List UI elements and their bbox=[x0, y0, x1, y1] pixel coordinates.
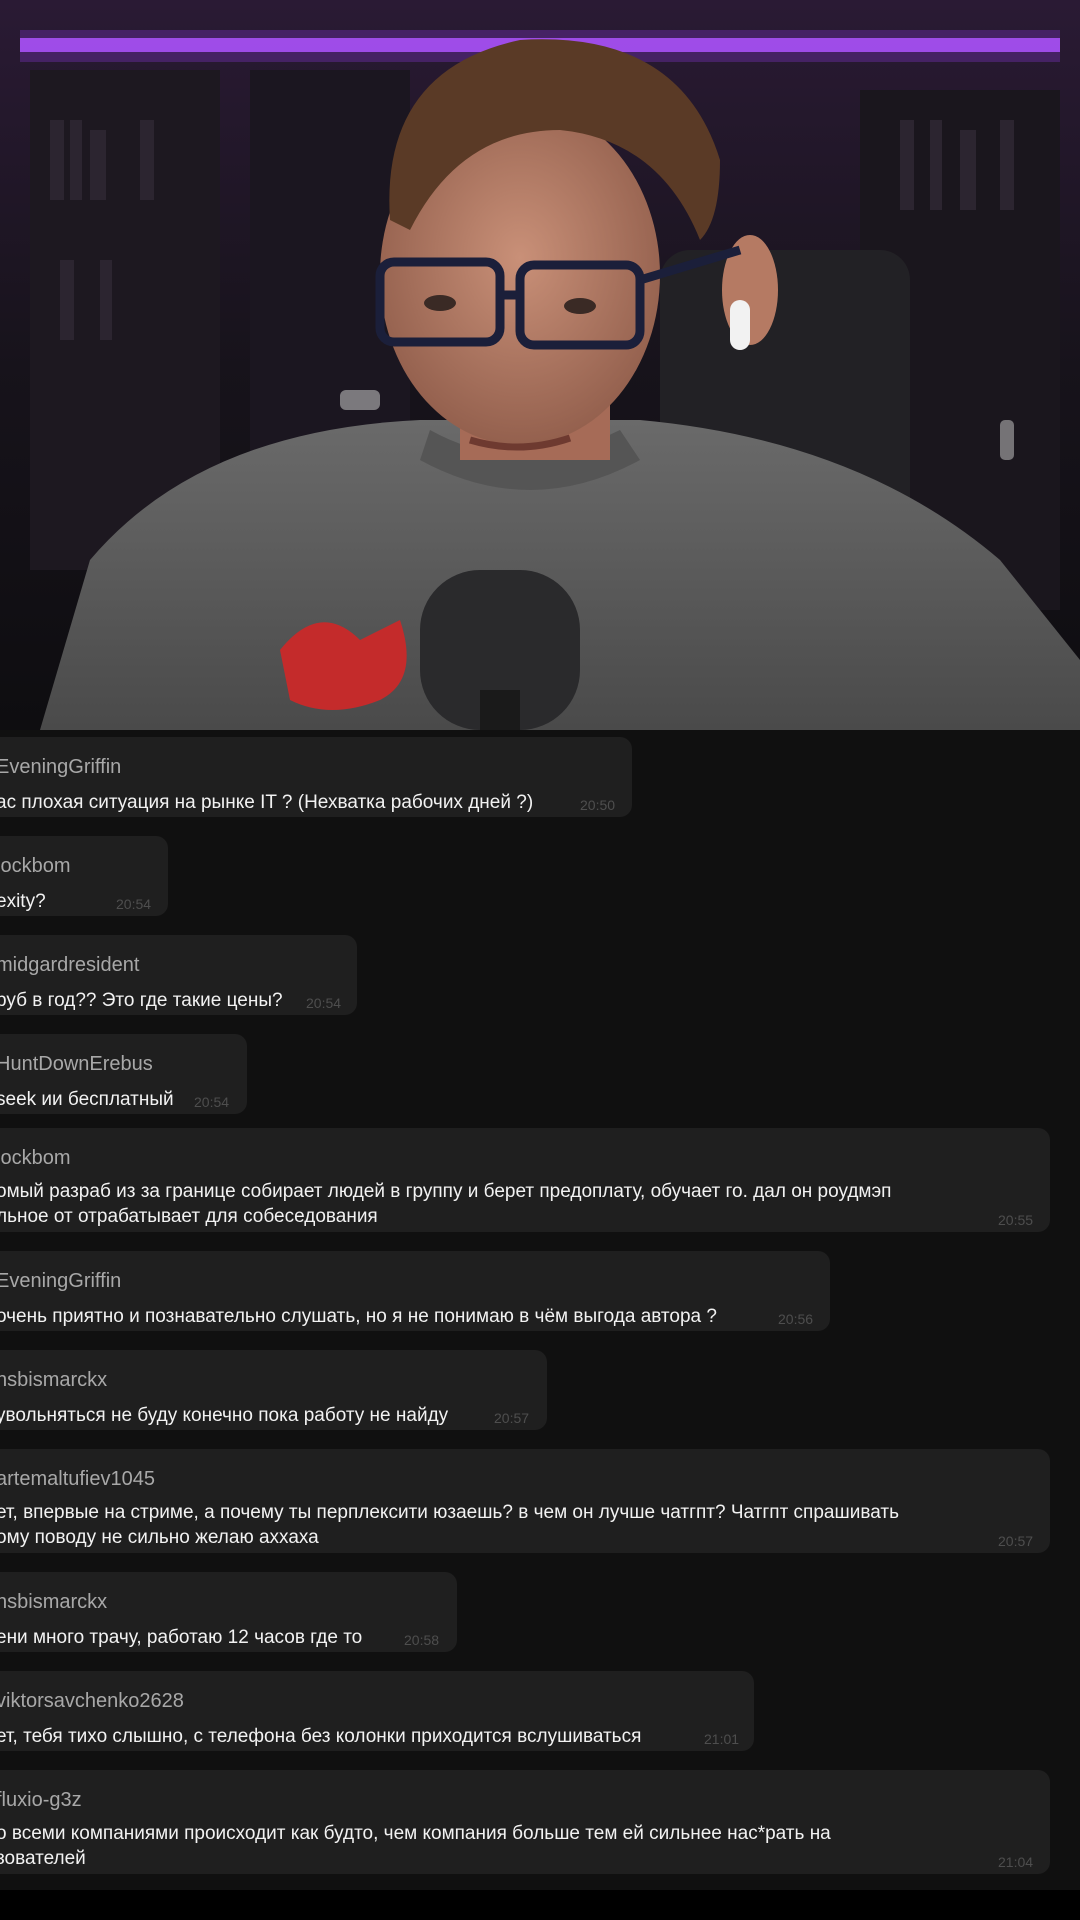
chat-panel: EveningGriffin ас плохая ситуация на рын… bbox=[0, 730, 1080, 1890]
chat-message: viktorsavchenko2628 ет, тебя тихо слышно… bbox=[0, 1671, 754, 1751]
chat-timestamp: 21:04 bbox=[998, 1854, 1034, 1870]
chat-message: midgardresident руб в год?? Это где таки… bbox=[0, 935, 357, 1015]
chat-message-text: exity? bbox=[0, 891, 46, 912]
chat-timestamp: 20:50 bbox=[580, 797, 616, 813]
chat-message: nsbismarckx увольняться не буду конечно … bbox=[0, 1350, 547, 1430]
chat-username[interactable]: nsbismarckx bbox=[0, 1368, 107, 1392]
chat-username[interactable]: artemaltufiev1045 bbox=[0, 1467, 155, 1491]
chat-username[interactable]: EveningGriffin bbox=[0, 1269, 121, 1293]
streamer-video-frame bbox=[0, 0, 1080, 730]
chat-timestamp: 20:55 bbox=[998, 1212, 1034, 1228]
chat-timestamp: 21:01 bbox=[704, 1731, 740, 1747]
chat-message: fluxio-g3z о всеми компаниями происходит… bbox=[0, 1770, 1050, 1874]
bottom-bar bbox=[0, 1890, 1080, 1920]
stream-video[interactable] bbox=[0, 0, 1080, 730]
chat-username[interactable]: HuntDownErebus bbox=[0, 1052, 153, 1076]
chat-message-text: seek ии бесплатный bbox=[0, 1089, 174, 1110]
chat-message: artemaltufiev1045 ет, впервые на стриме,… bbox=[0, 1449, 1050, 1553]
chat-username[interactable]: EveningGriffin bbox=[0, 755, 121, 779]
chat-message: lockbom exity? 20:54 bbox=[0, 836, 168, 916]
chat-timestamp: 20:56 bbox=[778, 1311, 814, 1327]
chat-username[interactable]: lockbom bbox=[0, 1146, 70, 1170]
chat-message-text: руб в год?? Это где такие цены? bbox=[0, 990, 283, 1011]
chat-timestamp: 20:57 bbox=[494, 1410, 530, 1426]
chat-timestamp: 20:54 bbox=[116, 896, 152, 912]
chat-timestamp: 20:54 bbox=[306, 995, 342, 1011]
chat-message: EveningGriffin очень приятно и познавате… bbox=[0, 1251, 830, 1331]
chat-message-text: ому поводу не сильно желаю аххаха bbox=[0, 1527, 319, 1548]
chat-message-text: о всеми компаниями происходит как будто,… bbox=[0, 1823, 831, 1844]
chat-message: EveningGriffin ас плохая ситуация на рын… bbox=[0, 737, 632, 817]
chat-message-text: омый разраб из за границе собирает людей… bbox=[0, 1181, 892, 1202]
chat-username[interactable]: midgardresident bbox=[0, 953, 139, 977]
chat-username[interactable]: fluxio-g3z bbox=[0, 1788, 82, 1812]
chat-message: HuntDownErebus seek ии бесплатный 20:54 bbox=[0, 1034, 247, 1114]
chat-message-text: увольняться не буду конечно пока работу … bbox=[0, 1405, 449, 1426]
chat-message-text: очень приятно и познавательно слушать, н… bbox=[0, 1306, 717, 1327]
chat-message: nsbismarckx ени много трачу, работаю 12 … bbox=[0, 1572, 457, 1652]
chat-message-text: ет, тебя тихо слышно, с телефона без кол… bbox=[0, 1726, 642, 1747]
chat-username[interactable]: nsbismarckx bbox=[0, 1590, 107, 1614]
chat-message-text: льное от отрабатывает для собеседования bbox=[0, 1206, 378, 1227]
chat-username[interactable]: lockbom bbox=[0, 854, 70, 878]
chat-message: lockbom омый разраб из за границе собира… bbox=[0, 1128, 1050, 1232]
chat-timestamp: 20:54 bbox=[194, 1094, 230, 1110]
chat-message-text: зователей bbox=[0, 1848, 86, 1869]
chat-message-text: ас плохая ситуация на рынке IT ? (Нехват… bbox=[0, 792, 534, 813]
chat-message-text: ени много трачу, работаю 12 часов где то bbox=[0, 1627, 363, 1648]
chat-message-text: ет, впервые на стриме, а почему ты перпл… bbox=[0, 1502, 899, 1523]
chat-timestamp: 20:57 bbox=[998, 1533, 1034, 1549]
chat-timestamp: 20:58 bbox=[404, 1632, 440, 1648]
chat-username[interactable]: viktorsavchenko2628 bbox=[0, 1689, 184, 1713]
